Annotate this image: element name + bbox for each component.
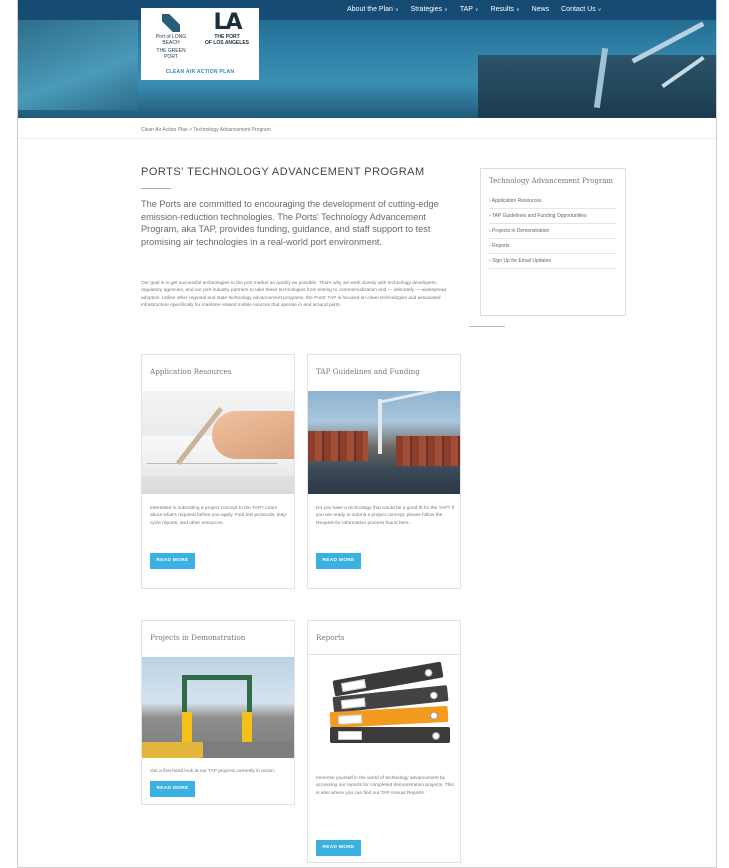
- page-title: PORTS' TECHNOLOGY ADVANCEMENT PROGRAM: [141, 166, 425, 178]
- card-title[interactable]: Projects in Demonstration: [150, 633, 245, 642]
- card-description: Immerse yourself in the world of technol…: [316, 776, 454, 796]
- chevron-down-icon: ∨: [444, 7, 448, 13]
- sidebar-item-reports[interactable]: › Reports: [489, 239, 617, 254]
- nav-item-label: News: [531, 6, 550, 13]
- card-tap-guidelines: TAP Guidelines and Funding Do you have a…: [307, 354, 461, 589]
- nav-item-label: Strategies: [410, 6, 443, 13]
- divider: [18, 138, 716, 139]
- chevron-down-icon: ∨: [597, 7, 602, 13]
- chevron-down-icon: ∨: [515, 7, 520, 13]
- card-reports-header: Reports: [307, 620, 461, 655]
- sidebar-item-application-resources[interactable]: › Application Resources: [489, 194, 617, 209]
- read-more-button[interactable]: READ MORE: [316, 553, 361, 569]
- chevron-down-icon: ∨: [394, 7, 399, 13]
- container-ship-image[interactable]: [308, 391, 460, 494]
- harbor-image: [18, 20, 138, 110]
- card-description: Do you have a technology that would be a…: [316, 506, 455, 526]
- la-logo: LA THE PORT OF LOS ANGELES: [203, 10, 251, 47]
- card-application-resources: Application Resources Interested in subm…: [141, 354, 295, 589]
- read-more-button[interactable]: READ MORE: [316, 840, 361, 856]
- nav-item-contact-us[interactable]: Contact Us ∨: [555, 4, 607, 15]
- card-title[interactable]: TAP Guidelines and Funding: [316, 367, 420, 376]
- nav-item-label: Contact Us: [561, 6, 596, 13]
- card-description: Get a first-hand look at our TAP project…: [150, 769, 276, 774]
- hand-writing-image[interactable]: [142, 391, 294, 494]
- logo-caption: CLEAN AIR ACTION PLAN: [165, 69, 235, 75]
- card-projects-in-demonstration: Projects in Demonstration Get a first-ha…: [141, 620, 295, 805]
- card-reports: Immerse yourself in the world of technol…: [307, 655, 461, 863]
- title-divider: [141, 188, 171, 189]
- nav-item-label: Results: [490, 6, 514, 13]
- site-logo[interactable]: Port of LONG BEACH THE GREEN PORT LA THE…: [141, 8, 259, 80]
- chevron-down-icon: ∨: [474, 7, 479, 13]
- binders-image[interactable]: [308, 661, 460, 761]
- la-logo-mark: LA: [213, 10, 242, 35]
- lead-paragraph: The Ports are committed to encouraging t…: [141, 199, 439, 247]
- card-title[interactable]: Reports: [316, 633, 345, 642]
- sidebar-item-email-signup[interactable]: › Sign Up for Email Updates: [489, 254, 617, 269]
- long-beach-logo-icon: [162, 14, 180, 32]
- nav-item-results[interactable]: Results ∨: [485, 4, 526, 15]
- page-frame: Port of LONG BEACH THE GREEN PORT LA THE…: [17, 0, 717, 868]
- card-description: Interested in submitting a project conce…: [150, 506, 288, 526]
- long-beach-sub: THE GREEN PORT: [156, 48, 186, 60]
- sidebar-title: Technology Advancement Program: [489, 177, 614, 185]
- nav-item-label: About the Plan: [347, 6, 393, 13]
- main-nav: About the Plan ∨ Strategies ∨ TAP ∨ Results ∨ Ne…: [341, 4, 607, 15]
- card-title[interactable]: Application Resources: [150, 367, 231, 376]
- straddle-carrier-image[interactable]: [142, 657, 294, 758]
- sidebar: Technology Advancement Program › Applica…: [480, 168, 626, 316]
- body-paragraph: Our goal is to get successful technologi…: [141, 281, 447, 309]
- long-beach-logo: Port of LONG BEACH THE GREEN PORT: [151, 14, 191, 60]
- sidebar-divider: [469, 326, 505, 327]
- long-beach-name: Port of LONG BEACH: [155, 34, 187, 46]
- nav-item-about-the-plan[interactable]: About the Plan ∨: [341, 4, 405, 15]
- sidebar-item-tap-guidelines[interactable]: › TAP Guidelines and Funding Opportuniti…: [489, 209, 617, 224]
- header-banner: Port of LONG BEACH THE GREEN PORT LA THE…: [18, 0, 716, 118]
- nav-item-tap[interactable]: TAP ∨: [454, 4, 485, 15]
- nav-item-news[interactable]: News: [526, 4, 556, 15]
- nav-item-strategies[interactable]: Strategies ∨: [405, 4, 454, 15]
- la-sub: OF LOS ANGELES: [205, 40, 249, 46]
- breadcrumb[interactable]: Clean Air Action Plan > Technology Advan…: [141, 127, 271, 133]
- read-more-button[interactable]: READ MORE: [150, 553, 195, 569]
- sidebar-item-projects-in-demonstration[interactable]: › Projects in Demonstration: [489, 224, 617, 239]
- nav-item-label: TAP: [459, 6, 473, 13]
- read-more-button[interactable]: READ MORE: [150, 781, 195, 797]
